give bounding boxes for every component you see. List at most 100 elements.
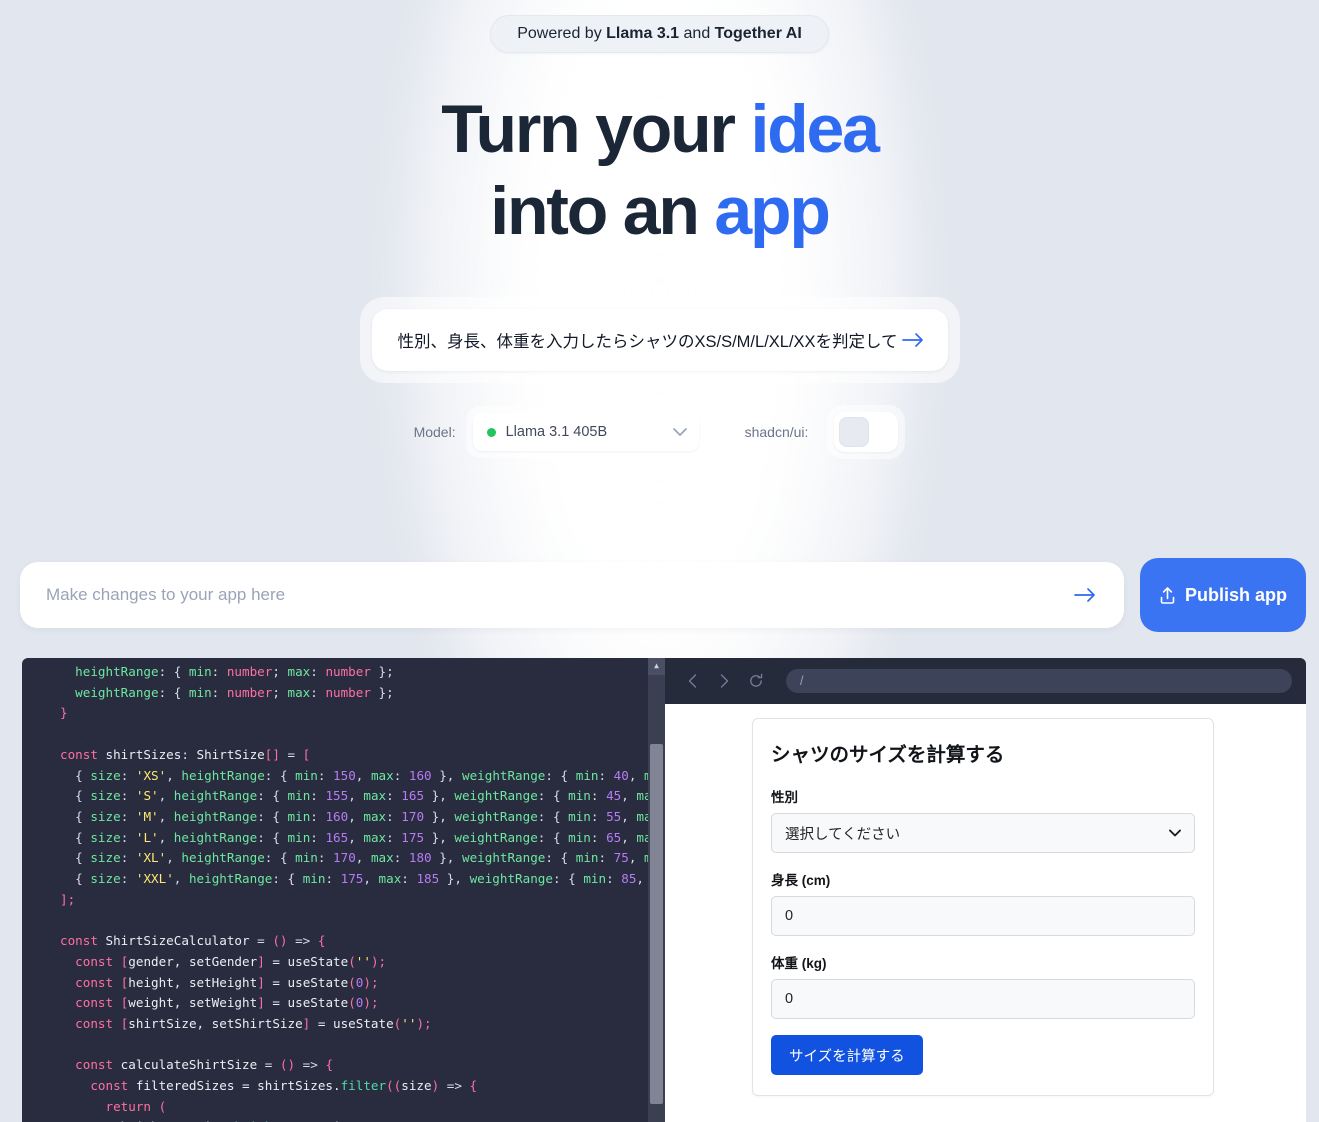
code-token: const xyxy=(75,1015,114,1031)
code-token: 175 xyxy=(401,829,425,845)
code-line: { size: 'XXL', heightRange: { min: 175, … xyxy=(60,869,665,890)
change-input[interactable]: Make changes to your app here xyxy=(20,562,1124,628)
height-input[interactable]: 0 xyxy=(771,896,1195,936)
code-token: { xyxy=(60,871,91,887)
powered-by-provider: Together AI xyxy=(714,25,802,42)
code-scrollbar[interactable]: ▲ xyxy=(648,658,665,1122)
code-line: const shirtSizes: ShirtSize[] = [ xyxy=(60,745,665,766)
code-token: ); xyxy=(363,974,379,990)
code-token: min xyxy=(287,788,311,804)
code-token: , xyxy=(355,767,371,783)
code-token: min xyxy=(302,871,326,887)
code-token: , xyxy=(621,808,637,824)
code-line: return ( xyxy=(60,1097,665,1118)
chevron-left-icon[interactable] xyxy=(681,670,703,692)
code-line: const ShirtSizeCalculator = () => { xyxy=(60,931,665,952)
code-token: , xyxy=(621,829,637,845)
arrow-right-icon[interactable] xyxy=(1070,580,1100,610)
code-token: : { xyxy=(552,871,584,887)
code-token: ] xyxy=(257,995,265,1011)
code-token: : xyxy=(310,788,326,804)
code-token: ( xyxy=(348,995,356,1011)
code-token: weightRange xyxy=(469,871,553,887)
code-token: : xyxy=(598,767,614,783)
code-token: heightRange xyxy=(181,850,265,866)
code-token: : xyxy=(120,808,136,824)
prompt-input[interactable]: 性別、身長、体重を入力したらシャツのXS/S/M/L/XL/XXを判定して xyxy=(371,309,948,371)
powered-by-model: Llama 3.1 xyxy=(606,25,680,42)
code-token: => xyxy=(439,1078,470,1094)
code-token: number xyxy=(325,664,371,679)
code-content[interactable]: heightRange: { min: number; max: number … xyxy=(22,658,665,1122)
code-token: min xyxy=(188,664,212,679)
code-line: } xyxy=(60,703,665,724)
code-token: 'M' xyxy=(135,808,159,824)
code-token: min xyxy=(295,850,318,866)
code-token: { xyxy=(60,808,91,824)
arrow-right-icon[interactable] xyxy=(898,325,928,355)
code-token: : { xyxy=(158,684,189,700)
code-token: = useState xyxy=(264,974,349,990)
code-token: 155 xyxy=(325,788,349,804)
code-scrollbar-thumb[interactable] xyxy=(650,744,663,1104)
code-line: heightRange: { min: number; max: number … xyxy=(60,662,665,683)
chevron-down-icon[interactable] xyxy=(672,427,687,437)
code-token: : xyxy=(120,871,136,887)
share-upload-icon xyxy=(1159,586,1176,605)
code-token: ( xyxy=(151,1098,167,1114)
code-token: , xyxy=(166,767,182,783)
code-token: : xyxy=(393,850,409,866)
prompt-input-value[interactable]: 性別、身長、体重を入力したらシャツのXS/S/M/L/XL/XXを判定して xyxy=(398,328,898,352)
code-token: 'XS' xyxy=(135,767,167,783)
calculate-size-button[interactable]: サイズを計算する xyxy=(771,1035,923,1075)
code-token: : xyxy=(590,829,607,845)
code-token: { xyxy=(60,767,91,783)
code-token: : { xyxy=(272,871,303,887)
code-token: return xyxy=(105,1098,152,1114)
code-token: 'XXL' xyxy=(135,871,174,887)
model-select[interactable]: Llama 3.1 405B xyxy=(472,413,699,451)
code-token: () xyxy=(272,933,288,949)
code-token: 55 xyxy=(606,808,622,824)
weight-input[interactable]: 0 xyxy=(771,979,1195,1019)
chevron-right-icon[interactable] xyxy=(713,670,735,692)
code-token: = useState xyxy=(264,953,349,969)
code-editor-pane[interactable]: heightRange: { min: number; max: number … xyxy=(22,658,665,1122)
code-token: => xyxy=(287,933,318,949)
code-line: { size: 'XL', heightRange: { min: 170, m… xyxy=(60,848,665,869)
height-field-label: 身長 (cm) xyxy=(771,873,831,888)
code-token: ]; xyxy=(60,891,76,907)
code-token: : xyxy=(590,788,607,804)
code-line: ]; xyxy=(60,890,665,911)
code-token: : xyxy=(310,808,326,824)
code-token: }, xyxy=(439,871,470,887)
code-token: , xyxy=(363,871,379,887)
height-input-value: 0 xyxy=(785,908,794,924)
hero-section: Powered by Llama 3.1 and Together AI Tur… xyxy=(0,0,1319,560)
triangle-up-icon[interactable]: ▲ xyxy=(648,658,665,675)
preview-url-value: / xyxy=(800,674,804,688)
shadcn-ui-toggle[interactable] xyxy=(834,412,899,452)
code-token: { xyxy=(60,788,91,804)
code-token: : xyxy=(317,850,334,866)
code-token: : xyxy=(211,664,227,679)
code-token: heightRange xyxy=(173,788,258,804)
reload-icon[interactable] xyxy=(745,670,767,692)
code-token: 'L' xyxy=(135,829,159,845)
code-token: min xyxy=(188,684,212,700)
preview-url-bar[interactable]: / xyxy=(786,669,1292,693)
code-token: max xyxy=(370,850,394,866)
code-token: 40 xyxy=(613,767,629,783)
code-token: : { xyxy=(537,829,569,845)
code-token: ShirtSize xyxy=(196,746,265,762)
code-token: 'S' xyxy=(135,788,159,804)
publish-app-button[interactable]: Publish app xyxy=(1140,558,1306,632)
code-token: (( xyxy=(386,1078,402,1094)
gender-select[interactable]: 選択してください xyxy=(771,813,1195,853)
code-token: 165 xyxy=(401,788,425,804)
code-token: gender, setGender xyxy=(128,953,258,969)
